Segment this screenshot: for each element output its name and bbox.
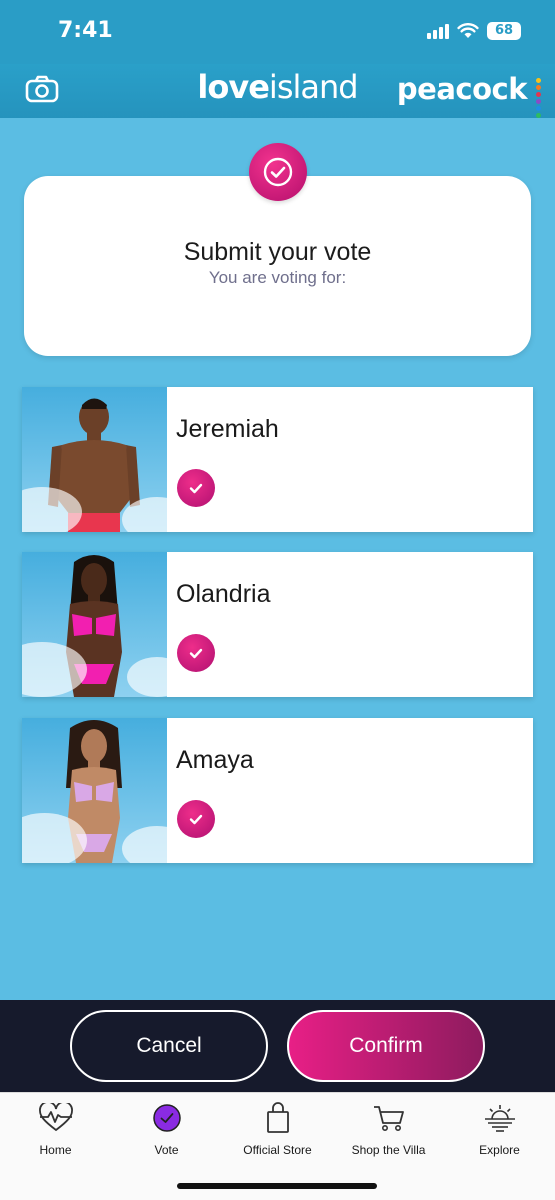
tab-official-store[interactable]: Official Store: [222, 1101, 333, 1163]
confirm-button[interactable]: Confirm: [287, 1010, 485, 1082]
logo-word-island: island: [268, 68, 359, 106]
checkmark-icon: [189, 648, 203, 659]
status-icons: 68: [427, 22, 521, 40]
app-header: loveisland peacock: [0, 64, 555, 118]
candidate-name: Jeremiah: [176, 415, 279, 443]
candidate-card-jeremiah[interactable]: Jeremiah: [22, 387, 533, 532]
sunset-icon: [484, 1105, 515, 1132]
vote-check-icon: [152, 1104, 181, 1132]
candidate-photo: [22, 718, 167, 863]
tab-home[interactable]: Home: [0, 1101, 111, 1163]
logo-word-love: love: [197, 68, 270, 106]
selected-check: [177, 800, 215, 838]
heartbeat-icon: [38, 1103, 73, 1132]
submit-vote-card: Submit your vote You are voting for:: [24, 176, 531, 356]
peacock-logo: peacock: [396, 72, 528, 106]
shopping-bag-icon: [266, 1102, 289, 1133]
status-bar: 7:41 68: [0, 0, 555, 64]
cart-icon: [373, 1106, 404, 1131]
action-bar: Cancel Confirm: [0, 1000, 555, 1092]
selected-check: [177, 634, 215, 672]
checkmark-icon: [189, 814, 203, 825]
tab-explore[interactable]: Explore: [444, 1101, 555, 1163]
status-time: 7:41: [58, 18, 113, 43]
cancel-button[interactable]: Cancel: [70, 1010, 268, 1082]
peacock-dots-icon: [536, 78, 541, 120]
tab-label: Home: [39, 1143, 72, 1157]
wifi-icon: [457, 23, 479, 38]
tab-label: Vote: [154, 1143, 179, 1157]
tab-label: Official Store: [243, 1143, 312, 1157]
vote-check-badge: [249, 143, 307, 201]
cellular-signal-icon: [427, 23, 449, 39]
candidate-photo: [22, 552, 167, 697]
tab-label: Explore: [479, 1143, 520, 1157]
candidate-name: Olandria: [176, 580, 271, 608]
candidate-card-olandria[interactable]: Olandria: [22, 552, 533, 697]
checkmark-icon: [189, 483, 203, 494]
card-subtitle: You are voting for:: [208, 268, 347, 287]
candidate-name: Amaya: [176, 746, 254, 774]
candidate-card-amaya[interactable]: Amaya: [22, 718, 533, 863]
tab-label: Shop the Villa: [351, 1143, 426, 1157]
selected-check: [177, 469, 215, 507]
candidate-photo: [22, 387, 167, 532]
card-title: Submit your vote: [183, 238, 372, 266]
home-indicator: [177, 1183, 377, 1189]
checkmark-icon: [263, 157, 293, 187]
battery-indicator: 68: [487, 22, 521, 40]
tab-shop-the-villa[interactable]: Shop the Villa: [333, 1101, 444, 1163]
tab-vote[interactable]: Vote: [111, 1101, 222, 1163]
